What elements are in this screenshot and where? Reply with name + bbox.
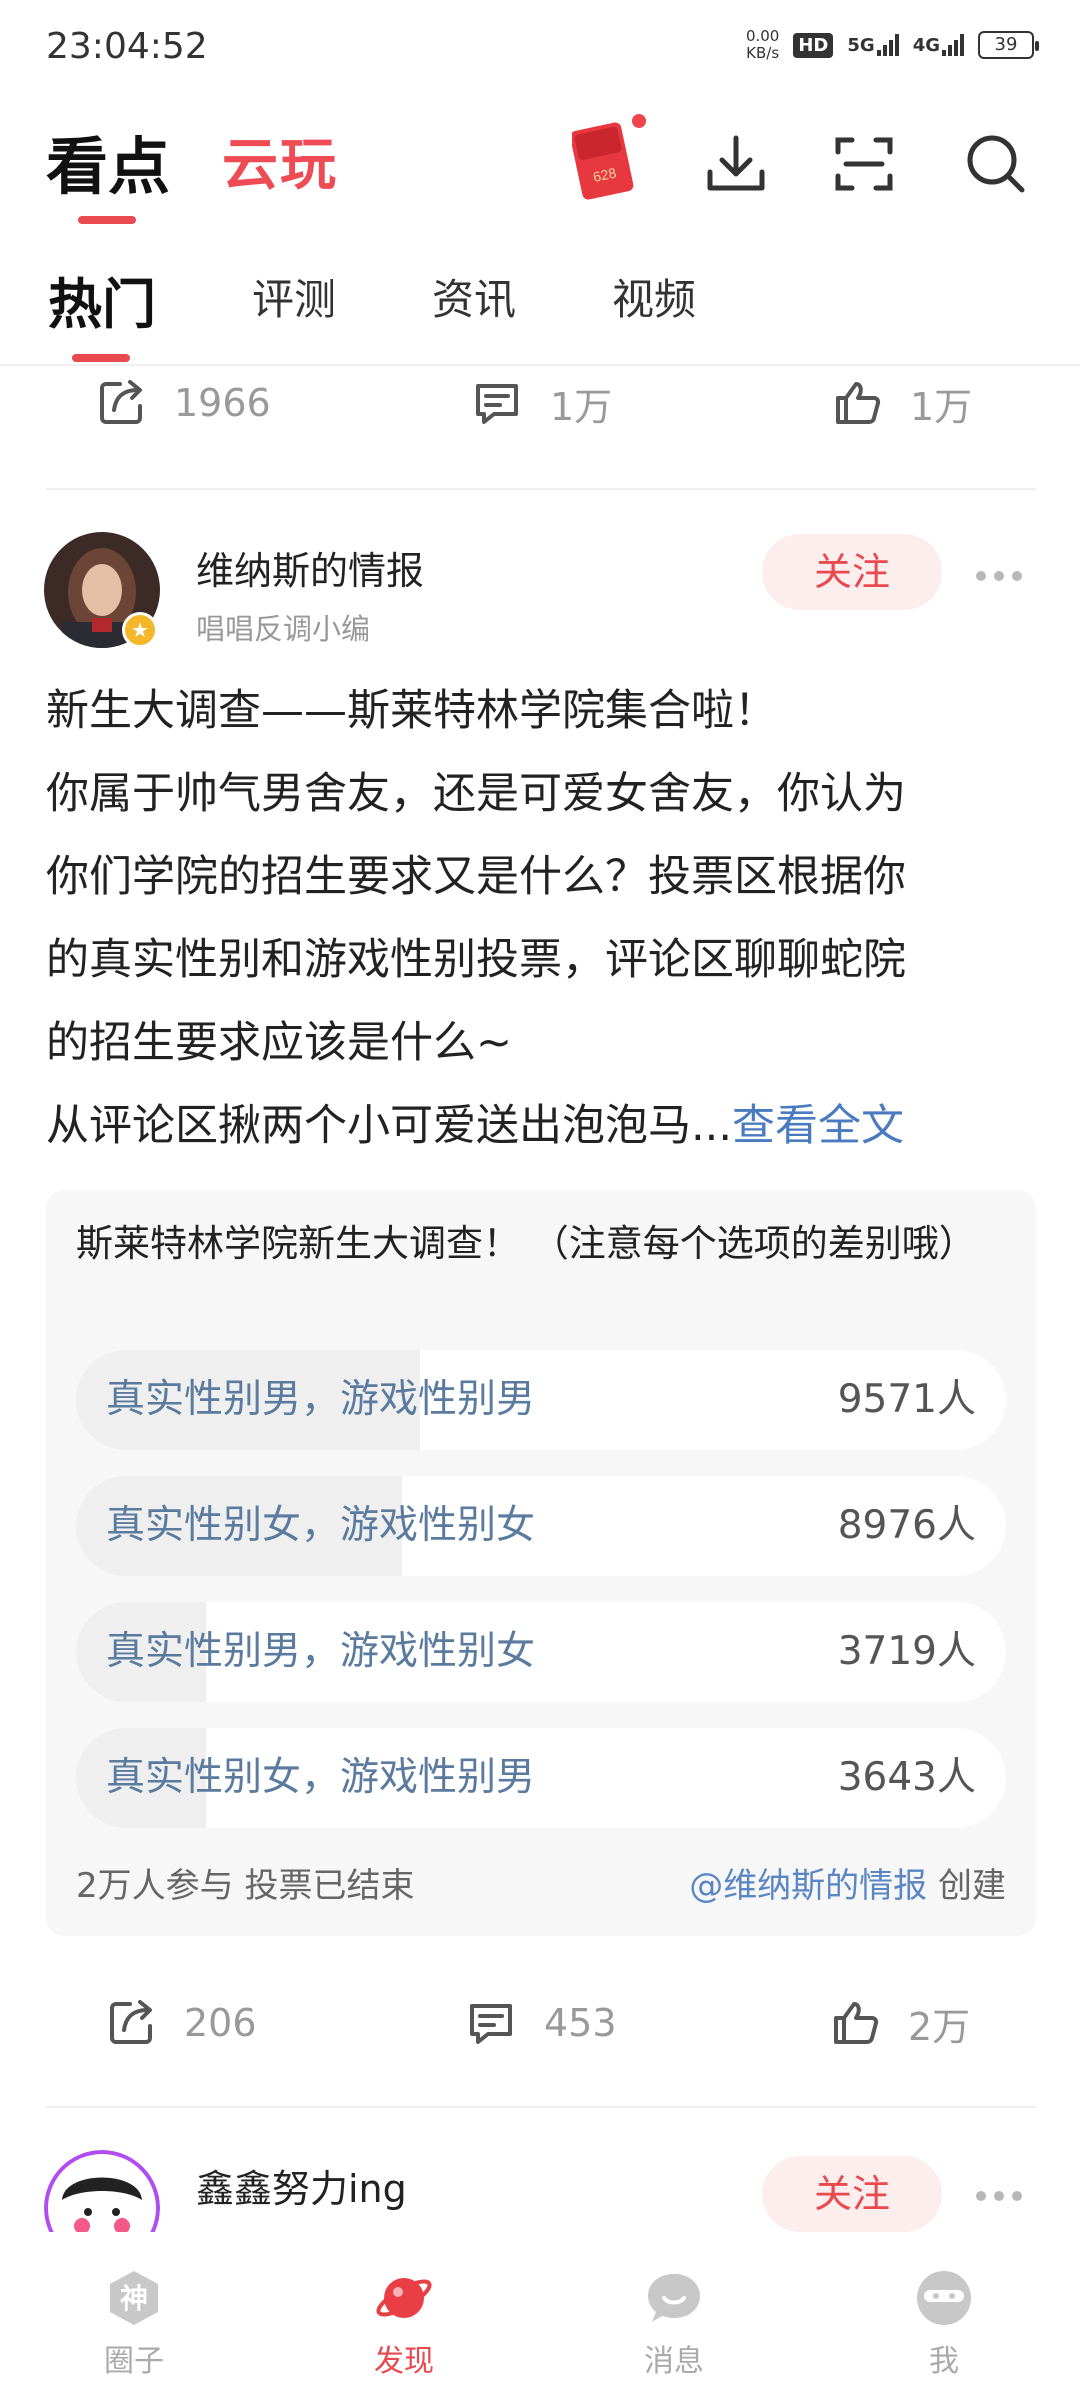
status-bar: 23:04:52 0.00 KB/s HD 5G 4G 39: [0, 0, 1080, 96]
author-name[interactable]: 维纳斯的情报: [196, 540, 424, 595]
redpack-icon[interactable]: 628: [570, 122, 636, 202]
post-text[interactable]: 新生大调查——斯莱特林学院集合啦！ 你属于帅气男舍友，还是可爱女舍友，你认为 你…: [46, 670, 1036, 1168]
post-actions: 206 453 2万: [0, 1968, 1080, 2078]
poll-option-count: 8976人: [837, 1503, 976, 1548]
more-options-icon[interactable]: [976, 566, 1030, 586]
poll-option-count: 3643人: [837, 1755, 976, 1800]
shen-icon: 神: [104, 2268, 164, 2328]
like-button[interactable]: 2万: [828, 1968, 970, 2078]
author-name[interactable]: 鑫鑫努力ing: [196, 2158, 407, 2213]
signal-5g-icon: 5G: [847, 34, 899, 56]
like-button[interactable]: 1万: [830, 348, 972, 458]
post-text-line: 新生大调查——斯莱特林学院集合啦！: [46, 686, 777, 736]
tab-kandian[interactable]: 看点: [46, 116, 170, 206]
share-icon: [100, 380, 142, 424]
active-tab-indicator: [78, 216, 136, 224]
share-button[interactable]: 206: [104, 1968, 257, 2078]
follow-button[interactable]: 关注: [762, 534, 942, 610]
message-bubble-icon: [644, 2268, 704, 2328]
post-text-line: 你们学院的招生要求又是什么？投票区根据你: [46, 852, 906, 902]
comment-button[interactable]: 453: [464, 1968, 617, 2078]
nav-item-messages[interactable]: 消息: [594, 2268, 754, 2380]
poll-option-label: 真实性别女，游戏性别男: [106, 1755, 536, 1800]
svg-text:神: 神: [120, 2282, 148, 2315]
share-button[interactable]: 1966: [94, 348, 271, 458]
divider: [46, 488, 1036, 490]
verified-star-icon: ★: [122, 612, 158, 648]
sub-tab-review[interactable]: 评测: [252, 266, 336, 327]
post-text-last-line: 从评论区揪两个小可爱送出泡泡马...查看全文: [46, 1101, 905, 1151]
net-speed: 0.00 KB/s: [745, 27, 780, 62]
poll-option[interactable]: 真实性别女，游戏性别女 8976人: [76, 1476, 1006, 1576]
poll-participants: 2万人参与 投票已结束: [76, 1866, 415, 1906]
download-icon[interactable]: [698, 126, 774, 202]
poll-title: 斯莱特林学院新生大调查！ （注意每个选项的差别哦）: [76, 1222, 976, 1265]
poll-option[interactable]: 真实性别男，游戏性别女 3719人: [76, 1602, 1006, 1702]
hd-icon: HD: [793, 32, 834, 58]
poll-creator-link[interactable]: @维纳斯的情报: [689, 1866, 927, 1906]
status-time: 23:04:52: [46, 26, 208, 67]
nav-item-me[interactable]: 我: [864, 2268, 1024, 2380]
comment-button[interactable]: 1万: [470, 348, 612, 458]
bottom-nav: 神 圈子 发现 消息 我: [0, 2232, 1080, 2400]
post-text-line: 的招生要求应该是什么~: [46, 1018, 513, 1068]
post-text-line: 你属于帅气男舍友，还是可爱女舍友，你认为: [46, 769, 906, 819]
poll-option-label: 真实性别男，游戏性别男: [106, 1377, 536, 1422]
battery-icon: 39: [978, 31, 1039, 59]
search-icon[interactable]: [958, 126, 1034, 202]
sub-tab-hot[interactable]: 热门: [48, 260, 156, 339]
post-text-line: 的真实性别和游戏性别投票，评论区聊聊蛇院: [46, 935, 906, 985]
scan-icon[interactable]: [826, 126, 902, 202]
poll-option[interactable]: 真实性别男，游戏性别男 9571人: [76, 1350, 1006, 1450]
signal-4g-icon: 4G: [913, 34, 964, 56]
view-full-text-link[interactable]: 查看全文: [732, 1101, 904, 1151]
author-subtitle: 唱唱反调小编: [196, 612, 371, 646]
poll-card: 斯莱特林学院新生大调查！ （注意每个选项的差别哦） 真实性别男，游戏性别男 95…: [46, 1190, 1036, 1936]
share-icon: [110, 2000, 152, 2044]
poll-option-count: 9571人: [837, 1377, 976, 1422]
nav-item-circle[interactable]: 神 圈子: [54, 2268, 214, 2380]
top-header: 看点 云玩 628: [0, 96, 1080, 246]
poll-option[interactable]: 真实性别女，游戏性别男 3643人: [76, 1728, 1006, 1828]
thumbs-up-icon: [836, 382, 881, 424]
notification-dot: [632, 114, 646, 128]
prev-post-actions: 1966 1万 1万: [0, 348, 1080, 458]
poll-creator-info: @维纳斯的情报 创建: [689, 1866, 1006, 1906]
poll-option-count: 3719人: [837, 1629, 976, 1674]
follow-button[interactable]: 关注: [762, 2156, 942, 2232]
thumbs-up-icon: [834, 2002, 879, 2044]
sub-tab-news[interactable]: 资讯: [432, 266, 516, 327]
divider: [46, 2106, 1036, 2108]
sub-tab-video[interactable]: 视频: [612, 266, 696, 327]
more-options-icon[interactable]: [976, 2186, 1030, 2206]
nav-item-discover[interactable]: 发现: [324, 2268, 484, 2380]
comment-icon: [476, 384, 518, 424]
planet-icon: [374, 2268, 434, 2328]
tab-yunwan[interactable]: 云玩: [222, 120, 338, 201]
poll-option-label: 真实性别女，游戏性别女: [106, 1503, 536, 1548]
profile-icon: [914, 2268, 974, 2328]
comment-icon: [470, 2004, 512, 2044]
status-icons: 0.00 KB/s HD 5G 4G 39: [745, 27, 1039, 62]
poll-option-label: 真实性别男，游戏性别女: [106, 1629, 536, 1674]
